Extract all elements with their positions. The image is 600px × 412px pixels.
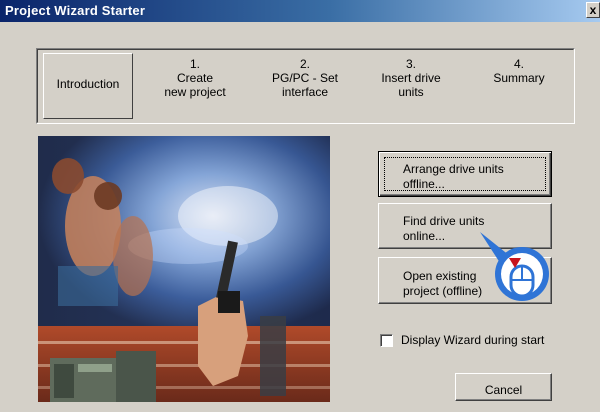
step-summary: 4. Summary (473, 57, 565, 129)
mouse-click-icon (476, 226, 558, 306)
step-insert-drive-units: 3. Insert drive units (365, 57, 457, 129)
step-number: 4. (513, 57, 524, 71)
step-label: Insert drive units (381, 71, 441, 99)
wizard-illustration (38, 136, 330, 402)
title-bar: Project Wizard Starter x (0, 0, 600, 22)
step-label: PG/PC - Set interface (271, 71, 339, 99)
step-label: Summary (493, 71, 545, 85)
wizard-steps: Introduction 1. Create new project 2. PG… (36, 48, 575, 124)
step-number: 1. (189, 57, 200, 71)
button-label: Open existing project (offline) (403, 268, 483, 298)
button-label: Cancel (484, 382, 523, 397)
step-label: Create new project (164, 71, 226, 99)
step-introduction: Introduction (43, 53, 133, 119)
button-label: Find drive units online... (403, 214, 485, 243)
close-icon: x (589, 3, 597, 17)
step-set-interface: 2. PG/PC - Set interface (251, 57, 359, 129)
step-create-project: 1. Create new project (155, 57, 235, 129)
window-title: Project Wizard Starter (5, 3, 146, 18)
checkbox-box[interactable] (380, 334, 393, 347)
checkbox-label: Display Wizard during start (401, 333, 545, 347)
step-number: 3. (405, 57, 416, 71)
illustration-image (38, 136, 330, 402)
cancel-button[interactable]: Cancel (455, 373, 552, 401)
step-label: Introduction (56, 77, 120, 91)
step-number: 2. (299, 57, 310, 71)
close-button[interactable]: x (586, 2, 600, 18)
arrange-drive-units-offline-button[interactable]: Arrange drive units offline... (378, 151, 552, 197)
